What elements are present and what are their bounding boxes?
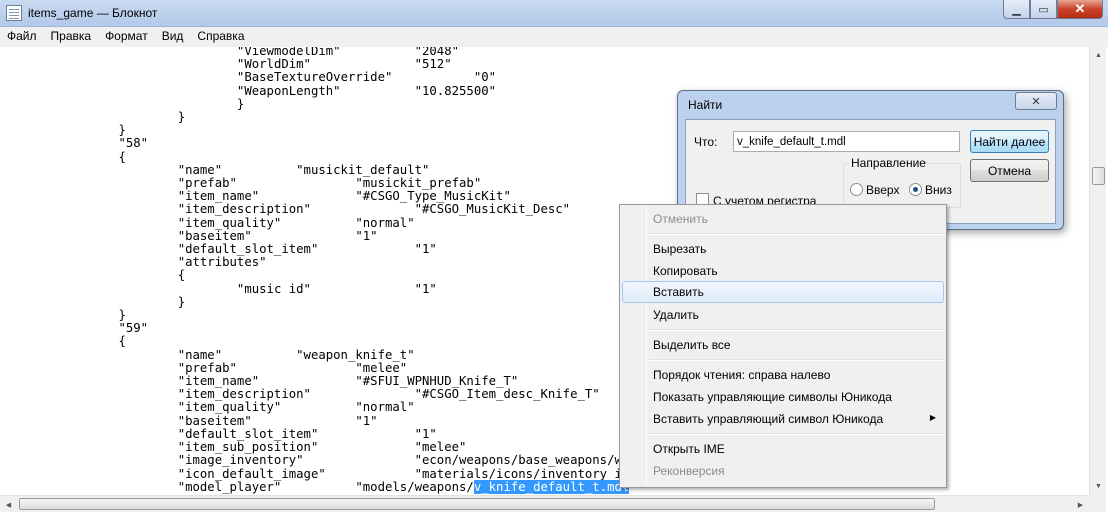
- menu-item-copy[interactable]: Копировать: [622, 260, 944, 282]
- direction-up-radio[interactable]: [850, 183, 863, 196]
- window-title: items_game — Блокнот: [28, 6, 158, 20]
- title-bar[interactable]: items_game — Блокнот ▁ ▭ ✕: [0, 0, 1108, 27]
- text-line: "default_slot_item" "1": [0, 426, 437, 441]
- menu-format[interactable]: Формат: [98, 27, 155, 47]
- vertical-scroll-thumb[interactable]: [1092, 167, 1105, 185]
- find-what-label: Что:: [694, 135, 718, 149]
- direction-down-label: Вниз: [925, 183, 952, 197]
- context-menu: Отменить Вырезать Копировать Вставить Уд…: [619, 204, 947, 488]
- text-line: "item_quality" "normal": [0, 215, 415, 230]
- scroll-right-icon[interactable]: ▶: [1072, 496, 1089, 513]
- text-line: }: [0, 110, 186, 125]
- text-line: }: [0, 308, 126, 323]
- text-line: {: [0, 334, 126, 349]
- text-line: "item_description" "#CSGO_Item_desc_Knif…: [0, 387, 600, 402]
- text-line: "BaseTextureOverride" "0": [0, 70, 497, 85]
- notepad-icon: [6, 5, 22, 21]
- menu-item-delete[interactable]: Удалить: [622, 304, 944, 326]
- menu-separator: [650, 329, 944, 331]
- scroll-left-icon[interactable]: ◀: [0, 496, 17, 513]
- find-dialog-title: Найти: [688, 98, 723, 112]
- text-line: "baseitem" "1": [0, 413, 378, 428]
- text-line: "item_name" "#CSGO_Type_MusicKit": [0, 189, 511, 204]
- text-line: "model_player" "models/weapons/: [0, 479, 474, 494]
- text-line: "baseitem" "1": [0, 228, 378, 243]
- text-line: "item_name" "#SFUI_WPNHUD_Knife_T": [0, 374, 519, 389]
- text-line: "58": [0, 136, 149, 151]
- menu-separator: [650, 433, 944, 435]
- text-line: "item_sub_position" "melee": [0, 440, 467, 455]
- horizontal-scrollbar[interactable]: ◀ ▶: [0, 495, 1089, 512]
- menu-view[interactable]: Вид: [155, 27, 191, 47]
- text-line: "music id" "1": [0, 281, 437, 296]
- menu-bar: Файл Правка Формат Вид Справка: [0, 27, 1108, 47]
- find-next-button[interactable]: Найти далее: [970, 130, 1049, 153]
- find-what-input[interactable]: [733, 131, 960, 152]
- selected-text: v_knife_default_t.mdl: [473, 479, 630, 494]
- window-controls: ▁ ▭ ✕: [1003, 0, 1103, 20]
- text-line: "WorldDim" "512": [0, 57, 452, 72]
- menu-item-undo: Отменить: [653, 212, 708, 226]
- find-dialog-close-button[interactable]: ✕: [1015, 92, 1057, 110]
- vertical-scrollbar[interactable]: ▲ ▼: [1089, 47, 1106, 495]
- direction-label: Направление: [849, 156, 928, 170]
- text-line: "name" "musickit_default": [0, 162, 430, 177]
- text-line: {: [0, 149, 126, 164]
- menu-item-paste[interactable]: Вставить: [622, 281, 944, 303]
- direction-down-radio[interactable]: [909, 183, 922, 196]
- close-button[interactable]: ✕: [1057, 0, 1103, 19]
- menu-separator: [650, 233, 944, 235]
- text-line: }: [0, 123, 126, 138]
- menu-separator: [650, 359, 944, 361]
- horizontal-scroll-thumb[interactable]: [19, 498, 935, 510]
- submenu-arrow-icon: ▶: [929, 413, 936, 422]
- menu-file[interactable]: Файл: [0, 27, 44, 47]
- menu-item-select-all[interactable]: Выделить все: [622, 334, 944, 356]
- text-line: "prefab" "musickit_prefab": [0, 176, 482, 191]
- maximize-button[interactable]: ▭: [1030, 0, 1057, 19]
- text-line: "prefab" "melee": [0, 360, 408, 375]
- text-line: "image_inventory" "econ/weapons/base_wea…: [0, 453, 726, 468]
- menu-item-reconversion: Реконверсия: [653, 464, 725, 478]
- text-line: "name" "weapon_knife_t": [0, 347, 415, 362]
- direction-up-label: Вверх: [866, 183, 900, 197]
- cancel-button[interactable]: Отмена: [970, 159, 1049, 182]
- text-line: "item_description" "#CSGO_MusicKit_Desc": [0, 202, 571, 217]
- menu-item-open-ime[interactable]: Открыть IME: [622, 438, 944, 460]
- scroll-up-icon[interactable]: ▲: [1090, 47, 1107, 64]
- text-line: "attributes": [0, 255, 267, 270]
- minimize-button[interactable]: ▁: [1003, 0, 1030, 19]
- menu-item-insert-unicode-label: Вставить управляющий символ Юникода: [653, 412, 884, 426]
- menu-item-rtl-reading[interactable]: Порядок чтения: справа налево: [622, 364, 944, 386]
- text-line: }: [0, 96, 245, 111]
- menu-item-show-unicode[interactable]: Показать управляющие символы Юникода: [622, 386, 944, 408]
- menu-help[interactable]: Справка: [190, 27, 251, 47]
- menu-item-cut[interactable]: Вырезать: [622, 238, 944, 260]
- scroll-down-icon[interactable]: ▼: [1090, 478, 1107, 495]
- notepad-window: items_game — Блокнот ▁ ▭ ✕ Файл Правка Ф…: [0, 0, 1108, 518]
- menu-edit[interactable]: Правка: [44, 27, 99, 47]
- text-line: {: [0, 268, 186, 283]
- text-line: "59": [0, 321, 149, 336]
- text-line: "item_quality" "normal": [0, 400, 415, 415]
- text-line: }: [0, 294, 186, 309]
- menu-item-insert-unicode[interactable]: Вставить управляющий символ Юникода ▶: [622, 408, 944, 430]
- text-line: "default_slot_item" "1": [0, 242, 437, 257]
- text-line: "WeaponLength" "10.825500": [0, 83, 497, 98]
- size-grip[interactable]: [1089, 495, 1106, 512]
